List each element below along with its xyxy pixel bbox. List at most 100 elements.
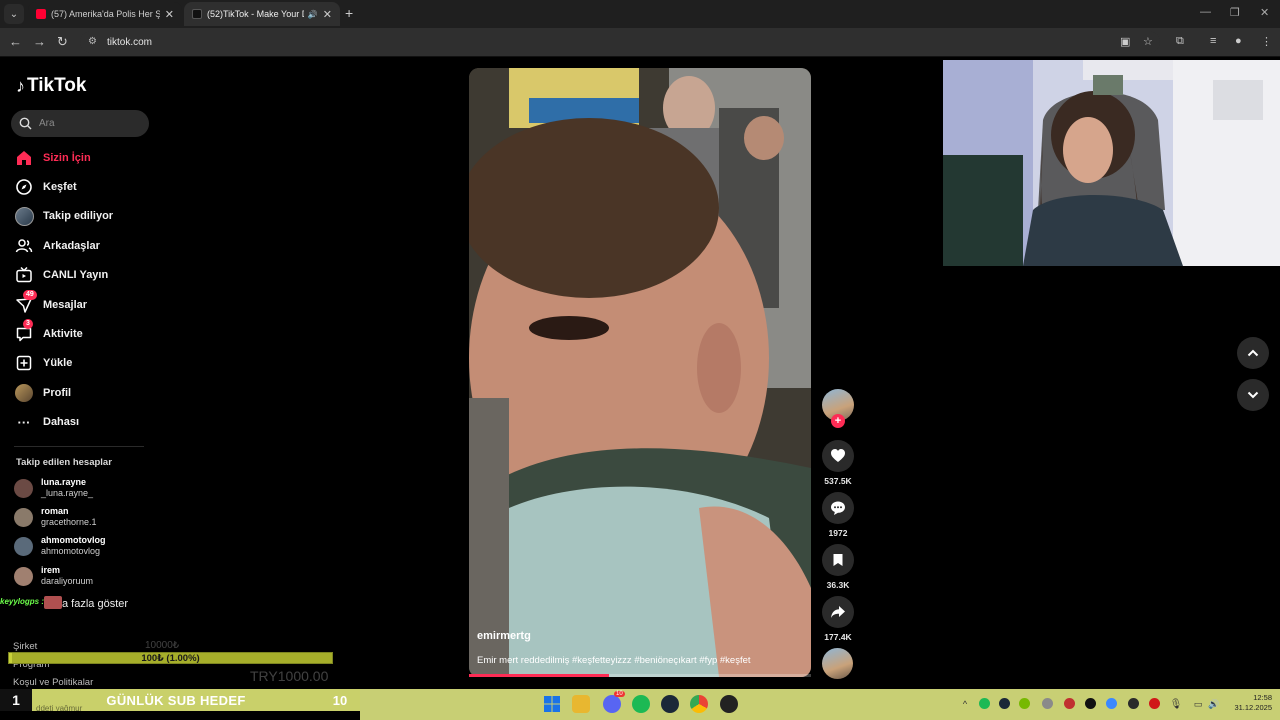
- browser-tab-bar: ⌄ (57) Amerika'da Polis Her Şeyi Ö ✕ (52…: [0, 0, 1280, 28]
- menu-label: Sizin İçin: [43, 152, 91, 164]
- tab-youtube[interactable]: (57) Amerika'da Polis Her Şeyi Ö ✕: [28, 2, 182, 26]
- profile-avatar-icon: [14, 383, 34, 403]
- tray-app-icon[interactable]: [1128, 698, 1139, 709]
- windows-start-icon[interactable]: [543, 695, 561, 713]
- search-input[interactable]: [39, 118, 129, 129]
- menu-live[interactable]: CANLI Yayın: [14, 264, 108, 286]
- menu-friends[interactable]: Arkadaşlar: [14, 235, 100, 257]
- tab-tiktok[interactable]: (52)TikTok - Make Your Day 🔊 ✕: [184, 2, 340, 26]
- volume-icon[interactable]: 🔊: [1205, 695, 1223, 713]
- video-frame-image: [469, 68, 811, 677]
- tiktok-note-icon: ♪: [16, 75, 25, 96]
- tray-app-icon[interactable]: [1085, 698, 1096, 709]
- new-tab-button[interactable]: +: [345, 5, 353, 21]
- video-progress-bar[interactable]: [469, 674, 811, 677]
- site-info-icon[interactable]: ⚙: [88, 36, 100, 48]
- file-explorer-icon[interactable]: [572, 695, 590, 713]
- kebab-menu-icon[interactable]: ⋮: [1261, 35, 1272, 48]
- minimize-icon[interactable]: —: [1200, 6, 1211, 18]
- compass-icon: [14, 177, 34, 197]
- tray-vpn-icon[interactable]: [1064, 698, 1075, 709]
- following-account[interactable]: ahmomotovlog ahmomotovlog: [14, 532, 154, 560]
- menu-label: Keşfet: [43, 181, 77, 193]
- video-author[interactable]: emirmertg: [477, 630, 531, 642]
- previous-video-button[interactable]: [1237, 337, 1269, 369]
- following-account[interactable]: irem daraliyoruum: [14, 562, 154, 590]
- video-player[interactable]: [469, 68, 811, 677]
- url-text: tiktok.com: [107, 36, 153, 48]
- taskbar-clock[interactable]: 12:58 31.12.2025: [1228, 693, 1272, 713]
- obs-icon[interactable]: [720, 695, 738, 713]
- spotify-icon[interactable]: [632, 695, 650, 713]
- share-icon: [831, 606, 845, 618]
- close-tab-icon[interactable]: ✕: [165, 8, 174, 21]
- footer-terms[interactable]: Koşul ve Politikalar: [13, 677, 93, 688]
- more-dots-icon: ···: [17, 414, 31, 430]
- share-button[interactable]: [822, 596, 854, 628]
- close-tab-icon[interactable]: ✕: [323, 8, 332, 21]
- search-box[interactable]: [11, 110, 149, 137]
- chrome-icon[interactable]: [690, 695, 708, 713]
- faded-overlay-text: ddeti yağmur: [36, 704, 83, 713]
- tiktok-logo[interactable]: ♪ TikTok: [16, 75, 86, 97]
- comment-button[interactable]: [822, 492, 854, 524]
- account-name: luna.rayne: [41, 477, 87, 487]
- restore-icon[interactable]: ❐: [1230, 6, 1240, 19]
- profile-icon[interactable]: ●: [1235, 35, 1242, 47]
- show-more-link[interactable]: a fazla göster: [62, 598, 128, 610]
- comment-icon: [831, 501, 845, 515]
- extensions-icon[interactable]: ⧉: [1176, 35, 1184, 48]
- forward-arrow-icon[interactable]: →: [33, 34, 46, 49]
- tray-spotify-icon[interactable]: [979, 698, 990, 709]
- tray-app-icon[interactable]: [1106, 698, 1117, 709]
- account-username: gracethorne.1: [41, 517, 97, 527]
- save-button[interactable]: [822, 544, 854, 576]
- menu-following[interactable]: Takip ediliyor: [14, 205, 113, 227]
- keylogger-thumbnail: [44, 596, 62, 609]
- address-bar[interactable]: ⚙ tiktok.com: [80, 31, 1160, 53]
- cast-icon[interactable]: ▣: [1120, 35, 1130, 48]
- discord-icon[interactable]: 10: [603, 691, 625, 713]
- video-caption: Emir mert reddedilmiş #keşfetteyizzz #be…: [477, 655, 751, 666]
- tray-steam-icon[interactable]: [999, 698, 1010, 709]
- donation-goal-label: 100₺ (1.00%): [141, 653, 200, 664]
- tab-search-button[interactable]: ⌄: [4, 4, 24, 24]
- speaker-icon[interactable]: 🔊: [308, 10, 318, 19]
- menu-profile[interactable]: Profil: [14, 382, 71, 404]
- menu-upload[interactable]: Yükle: [14, 352, 72, 374]
- menu-activity[interactable]: 3 Aktivite: [14, 319, 83, 345]
- menu-messages[interactable]: 49 Mesajlar: [14, 290, 87, 316]
- heart-icon: [831, 449, 845, 462]
- follow-plus-icon[interactable]: +: [831, 414, 845, 428]
- like-count: 537.5K: [824, 476, 852, 486]
- youtube-favicon-icon: [36, 9, 46, 19]
- back-arrow-icon[interactable]: ←: [9, 34, 22, 49]
- menu-label: Takip ediliyor: [43, 210, 114, 222]
- live-tv-icon: [14, 265, 34, 285]
- account-name: irem: [41, 565, 61, 575]
- reload-icon[interactable]: ↻: [57, 34, 68, 50]
- menu-more[interactable]: ··· Dahası: [14, 411, 80, 433]
- reading-list-icon[interactable]: ≡: [1210, 35, 1216, 47]
- discord-badge: 10: [614, 691, 625, 697]
- steam-icon[interactable]: [661, 695, 679, 713]
- bookmark-star-icon[interactable]: ☆: [1143, 35, 1153, 48]
- tray-nvidia-icon[interactable]: [1019, 698, 1030, 709]
- like-button[interactable]: [822, 440, 854, 472]
- account-username: _luna.rayne_: [41, 488, 94, 498]
- tray-chevron-up-icon[interactable]: ^: [956, 695, 974, 713]
- tray-record-icon[interactable]: [1149, 698, 1160, 709]
- menu-for-you[interactable]: Sizin İçin: [14, 147, 91, 169]
- chevron-up-icon: [1247, 349, 1259, 357]
- following-account[interactable]: roman gracethorne.1: [14, 503, 154, 531]
- music-disc-avatar[interactable]: [822, 648, 853, 679]
- microphone-icon[interactable]: 🎙: [1167, 695, 1185, 713]
- messages-icon: 49: [14, 290, 37, 315]
- tray-app-icon[interactable]: [1042, 698, 1053, 709]
- close-window-icon[interactable]: ✕: [1260, 6, 1269, 19]
- next-video-button[interactable]: [1237, 379, 1269, 411]
- sidebar-divider: [14, 446, 144, 447]
- footer-company[interactable]: Şirket: [13, 641, 37, 652]
- menu-explore[interactable]: Keşfet: [14, 176, 77, 198]
- following-account[interactable]: luna.rayne _luna.rayne_: [14, 474, 154, 502]
